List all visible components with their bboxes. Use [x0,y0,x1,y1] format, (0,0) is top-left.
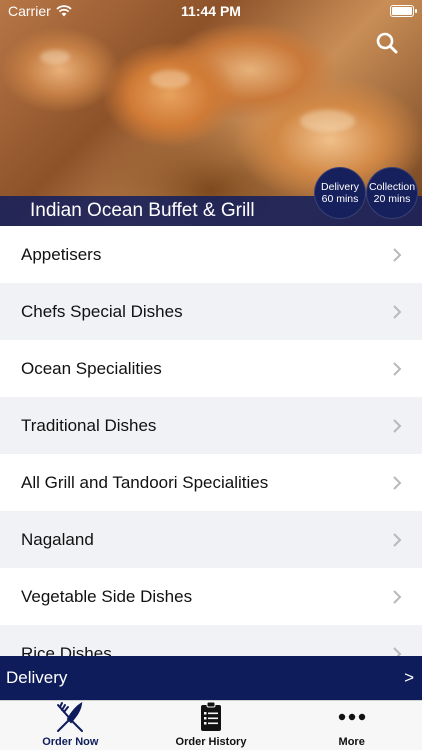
chevron-right-icon [393,646,402,656]
order-mode-label: Delivery [6,668,68,687]
tab-order-now[interactable]: Order Now [0,701,141,750]
wifi-icon [56,5,72,17]
clipboard-icon [201,701,221,731]
food-highlight [40,50,70,64]
tab-label: Order Now [42,736,99,748]
tab-label: More [338,736,365,748]
status-bar: Carrier 11:44 PM [0,0,422,22]
chevron-right-icon [393,361,402,376]
collection-time-badge: Collection 20 mins [366,167,418,219]
search-icon[interactable] [374,30,400,56]
category-label: Chefs Special Dishes [21,301,183,321]
chevron-right-icon [393,475,402,490]
tab-bar: Order Now Order History More [0,700,422,750]
chevron-right-icon [393,589,402,604]
category-label: Ocean Specialities [21,358,162,378]
category-label: All Grill and Tandoori Specialities [21,472,269,492]
delivery-badge-label: Delivery [321,181,359,193]
order-mode-bar[interactable]: Delivery > [0,656,422,700]
chevron-right-icon [393,532,402,547]
category-row-appetisers[interactable]: Appetisers [0,226,422,283]
tab-more[interactable]: More [281,701,422,750]
category-row-traditional[interactable]: Traditional Dishes [0,397,422,454]
category-label: Nagaland [21,529,94,549]
battery-icon [390,5,417,17]
category-label: Traditional Dishes [21,415,157,435]
delivery-badge-time: 60 mins [321,193,359,205]
category-row-nagaland[interactable]: Nagaland [0,511,422,568]
more-dots-icon [338,713,365,721]
chevron-right-icon [393,247,402,262]
category-row-vegetable-sides[interactable]: Vegetable Side Dishes [0,568,422,625]
category-row-ocean-specialities[interactable]: Ocean Specialities [0,340,422,397]
order-mode-arrow: > [404,668,414,687]
category-label: Rice Dishes [21,643,112,657]
category-row-grill-tandoori[interactable]: All Grill and Tandoori Specialities [0,454,422,511]
tab-label: Order History [175,736,247,748]
category-label: Vegetable Side Dishes [21,586,193,606]
chevron-right-icon [393,304,402,319]
collection-badge-time: 20 mins [373,193,411,205]
carrier-label: Carrier [8,3,51,19]
delivery-time-badge: Delivery 60 mins [314,167,366,219]
food-highlight [300,110,355,132]
category-row-chefs-special[interactable]: Chefs Special Dishes [0,283,422,340]
collection-badge-label: Collection [368,181,416,193]
category-list[interactable]: Appetisers Chefs Special Dishes Ocean Sp… [0,226,422,656]
food-highlight [150,70,190,88]
category-row-rice[interactable]: Rice Dishes [0,625,422,656]
category-label: Appetisers [21,244,102,264]
chevron-right-icon [393,418,402,433]
tab-order-history[interactable]: Order History [141,701,282,750]
restaurant-name: Indian Ocean Buffet & Grill [30,200,255,221]
fork-knife-icon [57,702,84,732]
